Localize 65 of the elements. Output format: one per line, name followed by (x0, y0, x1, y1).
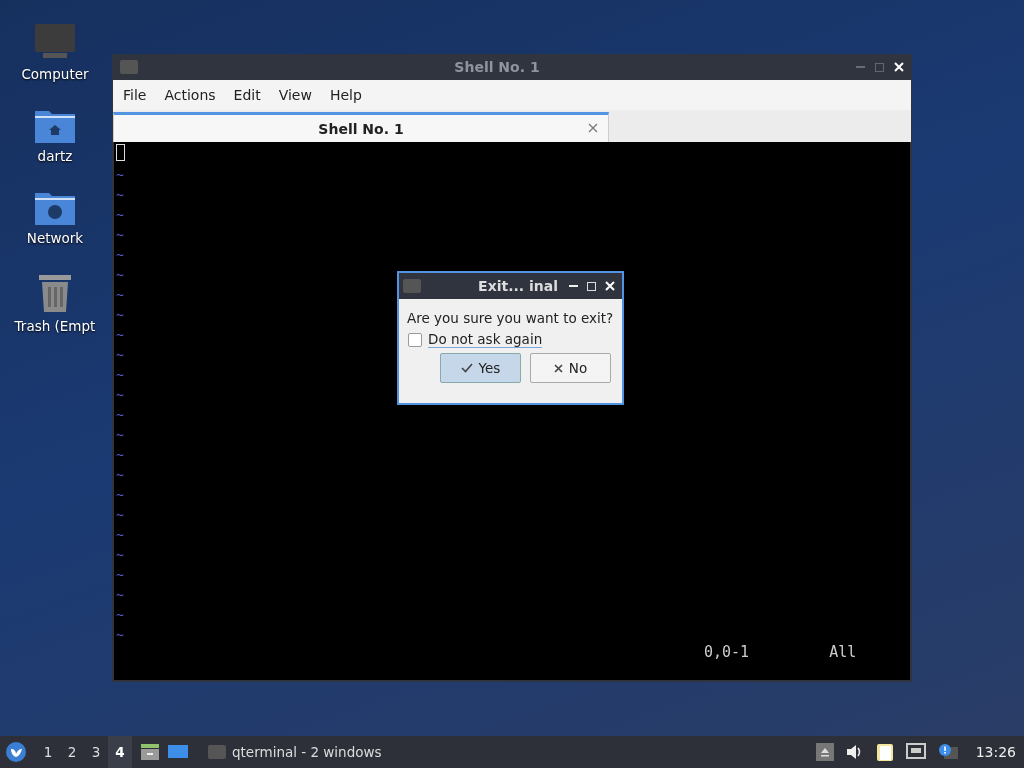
tilde-line: ~ (115, 606, 124, 624)
checkmark-icon (460, 363, 473, 373)
tab[interactable]: Shell No. 1 (113, 112, 609, 142)
menu-item[interactable]: View (270, 83, 320, 107)
network-folder-icon[interactable] (34, 190, 76, 226)
show-desktop-icon[interactable] (168, 744, 188, 760)
clock[interactable]: 13:26 (975, 744, 1016, 760)
tilde-line: ~ (115, 446, 124, 464)
tilde-line: ~ (115, 306, 124, 324)
menu-item[interactable]: File (115, 83, 155, 107)
dialog-title: Exit... inal (477, 278, 558, 294)
menu-item[interactable]: Help (321, 83, 370, 107)
clipboard-icon[interactable] (875, 742, 894, 762)
tilde-line: ~ (115, 286, 124, 304)
tilde-line: ~ (115, 586, 124, 604)
desktop-icon-label[interactable]: Network (26, 230, 84, 246)
start-menu-icon[interactable] (6, 742, 26, 762)
tilde-line: ~ (115, 526, 124, 544)
tilde-line: ~ (115, 226, 124, 244)
tilde-line: ~ (115, 166, 124, 184)
tilde-line: ~ (115, 326, 124, 344)
yes-button[interactable]: Yes (440, 353, 521, 383)
tilde-line: ~ (115, 506, 124, 524)
eject-icon[interactable] (815, 743, 834, 761)
tilde-line: ~ (115, 366, 124, 384)
dialog-message: Are you sure you want to exit? (407, 310, 613, 326)
menu-item[interactable]: Actions (156, 83, 224, 107)
tilde-line: ~ (115, 246, 124, 264)
tilde-line: ~ (115, 426, 124, 444)
desktop-icon-label[interactable]: dartz (37, 148, 73, 164)
file-manager-icon[interactable] (140, 743, 160, 761)
tilde-line: ~ (115, 266, 124, 284)
tilde-line: ~ (115, 566, 124, 584)
tilde-line: ~ (115, 486, 124, 504)
workspace-button[interactable]: 4 (108, 736, 132, 768)
cursor-position: 0,0-1 (704, 643, 750, 661)
text-cursor (116, 144, 125, 161)
maximize-icon[interactable] (587, 281, 596, 291)
workspace-button[interactable]: 2 (60, 736, 84, 768)
tilde-line: ~ (115, 546, 124, 564)
menu-item[interactable]: Edit (225, 83, 269, 107)
tilde-line: ~ (115, 206, 124, 224)
close-tab-icon[interactable] (588, 123, 598, 133)
tilde-line: ~ (115, 346, 124, 364)
desktop-icon-label[interactable]: Trash (Empt (14, 318, 96, 334)
checkbox-label[interactable]: Do not ask again (428, 331, 543, 348)
window-title: Shell No. 1 (453, 59, 541, 75)
network-port-icon[interactable] (905, 743, 926, 761)
scroll-position: All (829, 643, 857, 661)
tilde-line: ~ (115, 626, 124, 644)
tilde-line: ~ (115, 466, 124, 484)
taskbar-task[interactable]: qterminal - 2 windows (202, 736, 388, 768)
tilde-line: ~ (115, 186, 124, 204)
no-button[interactable]: No (530, 353, 611, 383)
workspace-button[interactable]: 1 (36, 736, 60, 768)
workspace-button[interactable]: 3 (84, 736, 108, 768)
notification-icon[interactable] (937, 743, 958, 761)
desktop-icon-label[interactable]: Computer (21, 66, 89, 82)
close-icon[interactable] (605, 281, 615, 291)
tilde-line: ~ (115, 386, 124, 404)
checkbox[interactable] (408, 332, 422, 347)
cross-icon (553, 363, 563, 373)
close-icon[interactable] (894, 62, 904, 72)
tilde-line: ~ (115, 406, 124, 424)
home-folder-icon[interactable] (34, 108, 76, 144)
